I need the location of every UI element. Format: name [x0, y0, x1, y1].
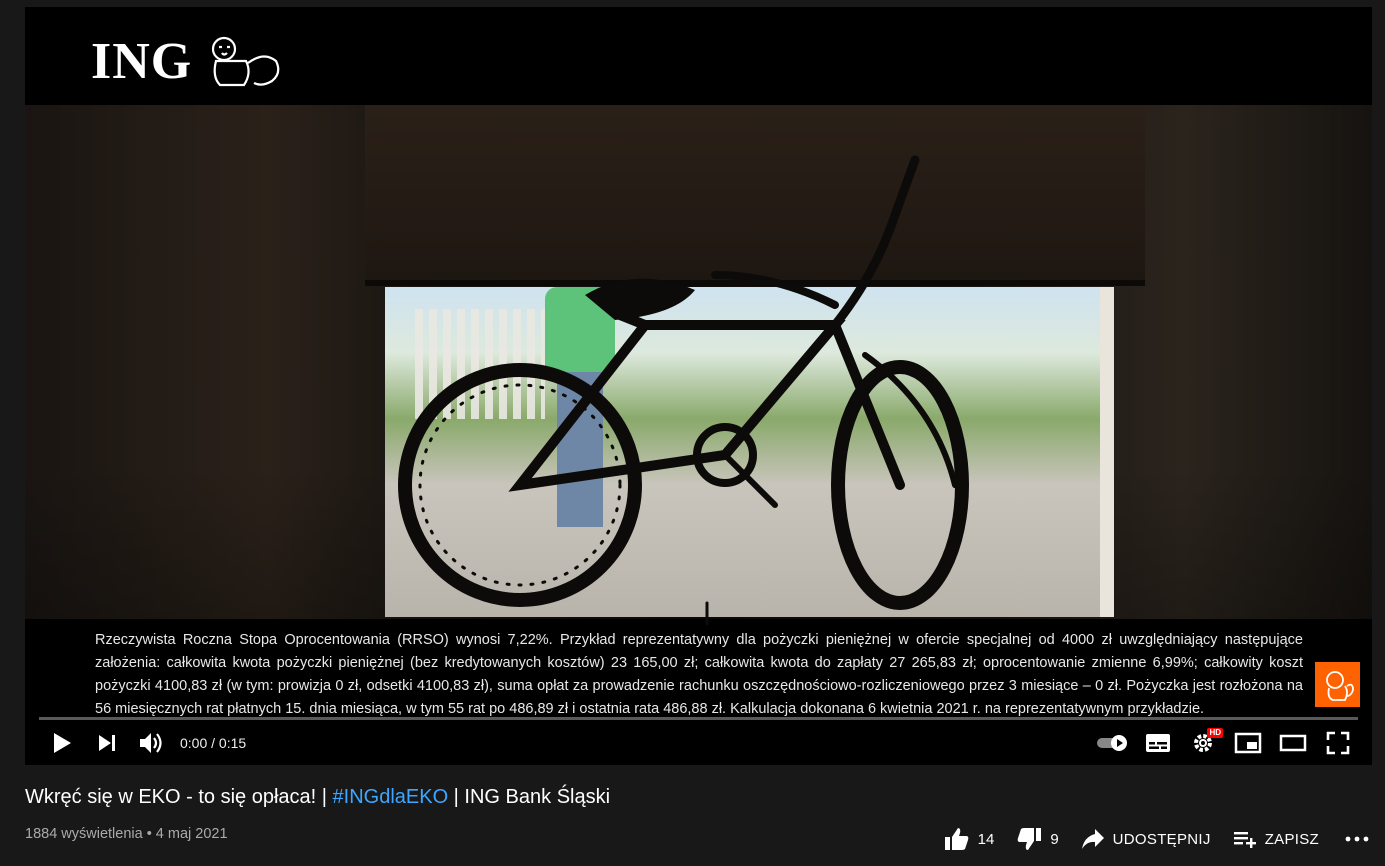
- more-actions-button[interactable]: [1345, 835, 1369, 843]
- save-label: ZAPISZ: [1264, 830, 1319, 848]
- subtitles-button[interactable]: [1135, 723, 1180, 763]
- title-suffix: | ING Bank Śląski: [448, 786, 611, 808]
- time-display: 0:00 / 0:15: [180, 735, 247, 751]
- play-button[interactable]: [39, 723, 84, 763]
- lion-icon: [1325, 670, 1354, 701]
- subtitles-icon: [1145, 734, 1170, 752]
- volume-icon: [139, 733, 162, 753]
- autoplay-toggle-icon: [1096, 735, 1127, 751]
- title-text: Wkręć się w EKO - to się opłaca! |: [25, 786, 333, 808]
- hashtag-link[interactable]: #INGdlaEKO: [333, 786, 449, 808]
- playlist-add-icon: [1233, 832, 1256, 848]
- next-icon: [98, 735, 115, 751]
- theater-mode-button[interactable]: [1270, 723, 1315, 763]
- more-horizontal-icon: [1345, 836, 1369, 842]
- miniplayer-button[interactable]: [1225, 723, 1270, 763]
- like-button[interactable]: 14: [944, 827, 995, 851]
- volume-button[interactable]: [129, 723, 174, 763]
- view-count-date: 1884 wyświetlenia • 4 maj 2021: [25, 826, 228, 842]
- bicycle-silhouette: [398, 155, 969, 625]
- next-button[interactable]: [84, 723, 129, 763]
- save-button[interactable]: ZAPISZ: [1233, 829, 1319, 849]
- legal-disclaimer: Rzeczywista Roczna Stopa Oprocentowania …: [95, 632, 1303, 717]
- share-label: UDOSTĘPNIJ: [1112, 830, 1211, 848]
- video-player[interactable]: ING Rzeczywista Roczna Stopa Oprocentowa…: [25, 7, 1372, 765]
- fullscreen-icon: [1326, 731, 1349, 755]
- share-icon: [1081, 829, 1104, 849]
- autoplay-toggle[interactable]: [1090, 723, 1135, 763]
- door-frame: [1100, 287, 1114, 617]
- lion-icon: [212, 36, 280, 87]
- thumbs-up-icon: [944, 828, 968, 850]
- dislike-count: 9: [1050, 830, 1059, 848]
- action-bar: 14 9 UDOSTĘPNIJ ZAPISZ: [922, 822, 1369, 856]
- share-button[interactable]: UDOSTĘPNIJ: [1081, 828, 1211, 850]
- settings-button[interactable]: HD: [1180, 723, 1225, 763]
- channel-watermark[interactable]: [1315, 662, 1360, 707]
- player-controls: 0:00 / 0:15 HD: [25, 723, 1372, 763]
- video-frame[interactable]: [25, 105, 1372, 625]
- hd-badge: HD: [1207, 728, 1223, 738]
- like-count: 14: [977, 830, 995, 848]
- video-title: Wkręć się w EKO - to się opłaca! | #INGd…: [25, 786, 610, 809]
- theater-mode-icon: [1279, 734, 1306, 752]
- ing-wordmark: ING: [91, 32, 193, 90]
- thumbs-down-icon: [1017, 828, 1042, 850]
- ing-logo: ING: [91, 31, 282, 91]
- fullscreen-button[interactable]: [1315, 723, 1360, 763]
- progress-bar[interactable]: [39, 717, 1358, 720]
- miniplayer-icon: [1234, 732, 1261, 754]
- play-icon: [53, 733, 71, 753]
- dislike-button[interactable]: 9: [1016, 827, 1059, 851]
